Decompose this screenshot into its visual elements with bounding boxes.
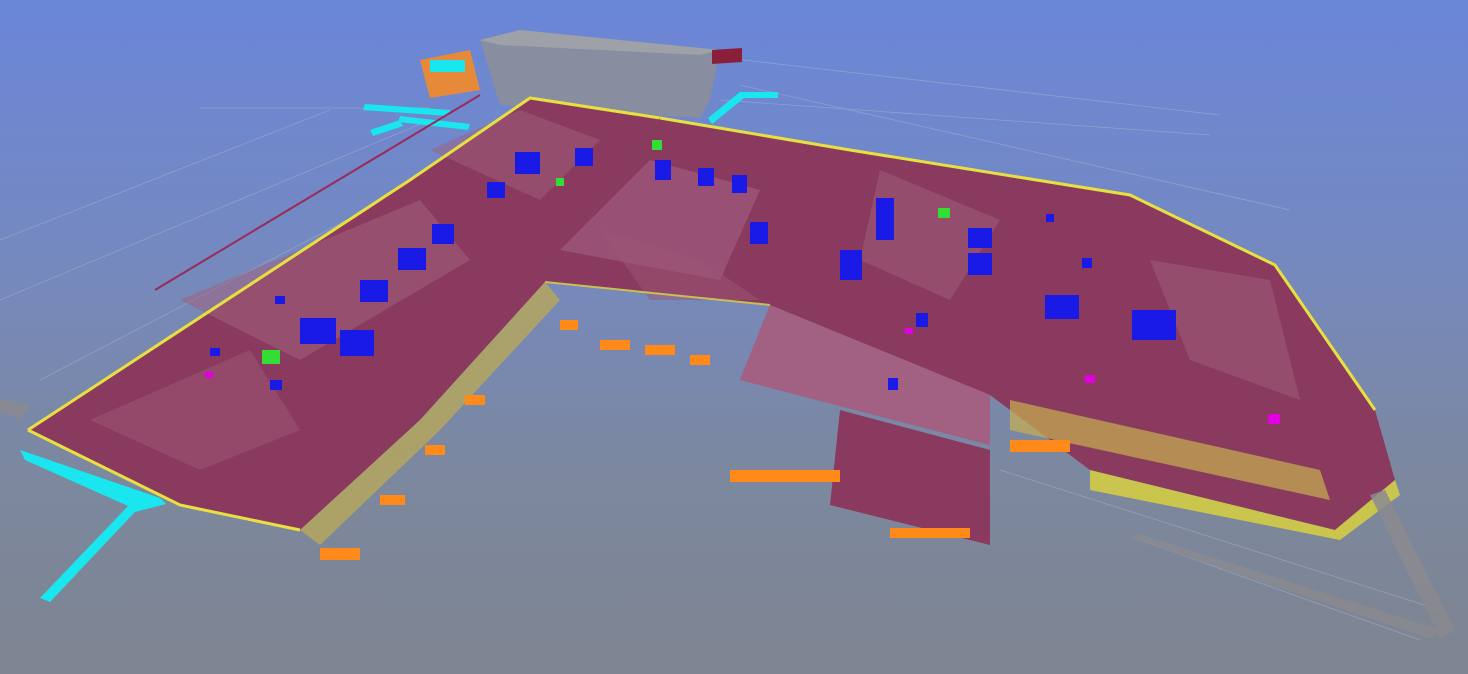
- hvac-unit-icon: [916, 313, 928, 327]
- hvac-unit-icon: [698, 168, 714, 186]
- exhaust-fan-icon: [938, 208, 950, 218]
- hvac-unit-icon: [840, 250, 862, 280]
- hvac-unit-icon: [575, 148, 593, 166]
- hvac-unit-icon: [968, 253, 992, 275]
- hvac-unit-icon: [750, 222, 768, 244]
- model-viewport[interactable]: [0, 0, 1468, 674]
- hvac-unit-icon: [732, 175, 747, 193]
- hvac-unit-icon: [968, 228, 992, 248]
- hvac-unit-icon: [655, 160, 671, 180]
- hvac-unit-icon: [275, 296, 285, 304]
- roof-left-wing[interactable]: [27, 96, 661, 532]
- hvac-unit-icon: [1132, 310, 1176, 340]
- exhaust-fan-icon: [556, 178, 564, 186]
- exhaust-fan-icon: [262, 350, 280, 364]
- hvac-unit-icon: [1082, 258, 1092, 268]
- hvac-unit-icon: [432, 224, 454, 244]
- hvac-unit-icon: [398, 248, 426, 270]
- hvac-unit-icon: [888, 378, 898, 390]
- hvac-unit-icon: [340, 330, 374, 356]
- building-model-scene[interactable]: [0, 0, 1468, 674]
- hvac-unit-icon: [360, 280, 388, 302]
- hvac-unit-icon: [1045, 295, 1079, 319]
- hvac-unit-icon: [210, 348, 220, 356]
- hvac-unit-icon: [487, 182, 505, 198]
- hvac-unit-icon: [876, 198, 894, 240]
- hvac-unit-icon: [300, 318, 336, 344]
- hvac-unit-icon: [1046, 214, 1054, 222]
- hvac-unit-icon: [515, 152, 540, 174]
- exhaust-fan-icon: [652, 140, 662, 150]
- hvac-unit-icon: [270, 380, 282, 390]
